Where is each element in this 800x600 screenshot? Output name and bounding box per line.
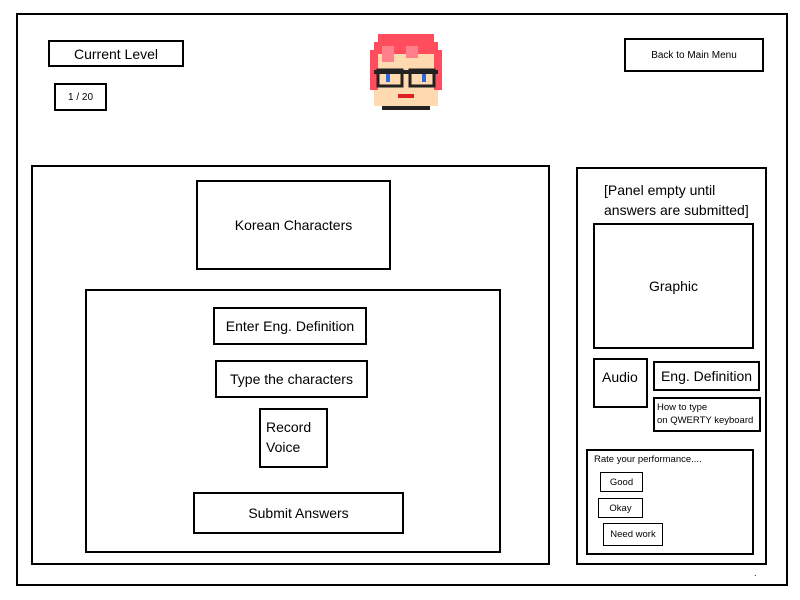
definition-input-label: Enter Eng. Definition <box>225 318 355 334</box>
record-voice-line1: Record <box>266 419 312 435</box>
rating-prompt: Rate your performance.... <box>594 454 702 465</box>
korean-characters-display: Korean Characters <box>196 180 391 270</box>
rating-good-button[interactable]: Good <box>600 472 643 492</box>
rating-need-work-label: Need work <box>610 529 656 540</box>
panel-note-line2: answers are submitted] <box>604 202 749 218</box>
rating-okay-label: Okay <box>609 502 632 514</box>
rating-okay-button[interactable]: Okay <box>598 498 643 518</box>
audio-label: Audio <box>602 369 638 385</box>
back-to-main-menu-label: Back to Main Menu <box>651 49 737 61</box>
back-to-main-menu-button[interactable]: Back to Main Menu <box>624 38 764 72</box>
korean-characters-label: Korean Characters <box>234 217 353 233</box>
how-to-type-line2: on QWERTY keyboard <box>657 415 754 426</box>
level-counter-box: 1 / 20 <box>54 83 107 111</box>
how-to-type-box[interactable]: How to type on QWERTY keyboard <box>653 397 761 432</box>
panel-note-line1: [Panel empty until <box>604 182 716 198</box>
submit-answers-label: Submit Answers <box>248 505 349 521</box>
record-voice-button[interactable]: Record Voice <box>259 408 328 468</box>
type-characters-input[interactable]: Type the characters <box>215 360 368 398</box>
level-counter: 1 / 20 <box>67 91 94 103</box>
graphic-box: Graphic <box>593 223 754 349</box>
type-characters-label: Type the characters <box>230 371 353 387</box>
eng-definition-label: Eng. Definition <box>660 368 753 384</box>
record-voice-line2: Voice <box>266 439 301 455</box>
current-level-label: Current Level <box>73 45 159 62</box>
rating-good-label: Good <box>609 476 634 488</box>
eng-definition-box: Eng. Definition <box>653 361 760 391</box>
rating-need-work-button[interactable]: Need work <box>603 523 663 546</box>
submit-answers-button[interactable]: Submit Answers <box>193 492 404 534</box>
current-level-label-box: Current Level <box>48 40 184 67</box>
corner-dot: . <box>754 568 757 578</box>
how-to-type-line1: How to type <box>657 402 708 413</box>
graphic-label: Graphic <box>648 278 699 294</box>
pixel-character-face-icon <box>370 34 442 110</box>
audio-button[interactable]: Audio <box>593 358 648 408</box>
definition-input[interactable]: Enter Eng. Definition <box>213 307 367 345</box>
